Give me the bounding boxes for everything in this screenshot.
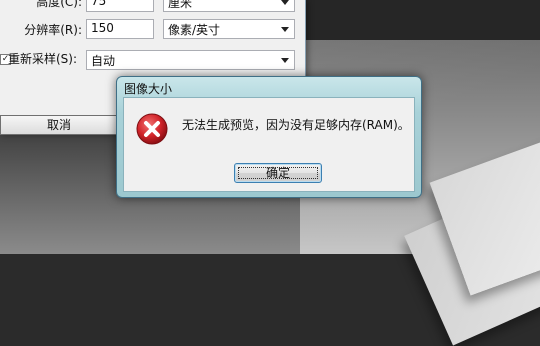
dialog-body: 无法生成预览，因为没有足够内存(RAM)。 确定	[123, 97, 415, 192]
height-unit-select[interactable]: 厘米	[163, 0, 295, 12]
background-dark-area	[300, 0, 540, 40]
resolution-label: 分辨率(R):	[24, 23, 82, 37]
height-unit-value: 厘米	[168, 0, 193, 10]
height-label: 高度(C):	[36, 0, 82, 9]
resample-value: 自动	[91, 54, 116, 68]
resample-select[interactable]: 自动	[86, 50, 295, 70]
chevron-down-icon	[281, 0, 289, 5]
error-message: 无法生成预览，因为没有足够内存(RAM)。	[182, 118, 410, 132]
resample-label: 重新采样(S):	[8, 52, 78, 66]
height-input[interactable]: 75	[86, 0, 154, 12]
ok-button-label: 确定	[265, 166, 290, 180]
resolution-input[interactable]: 150	[86, 19, 154, 39]
chevron-down-icon	[281, 27, 289, 32]
error-icon	[136, 113, 168, 145]
resolution-unit-value: 像素/英寸	[168, 23, 221, 37]
resolution-unit-select[interactable]: 像素/英寸	[163, 19, 295, 39]
chevron-down-icon	[281, 58, 289, 63]
cancel-button[interactable]: 取消	[0, 115, 118, 135]
dialog-title: 图像大小	[124, 82, 173, 96]
ok-button[interactable]: 确定	[234, 163, 322, 183]
error-dialog: 图像大小 无法生成预览，因为没有足够内存(RAM)。 确定	[116, 76, 422, 198]
